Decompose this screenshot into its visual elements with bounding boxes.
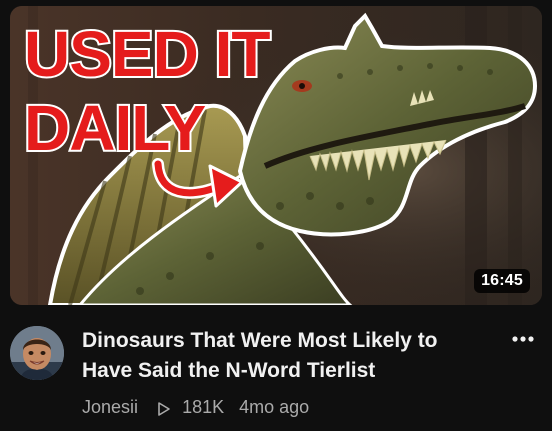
dinosaur-thumbnail-image [10,6,542,305]
video-card: USED IT DAILY 16:45 Dinosaurs That Were … [0,0,552,431]
video-details: Dinosaurs That Were Most Likely to Have … [10,320,542,425]
channel-avatar[interactable] [10,326,64,380]
more-horizontal-icon [512,336,534,342]
video-metadata-row: Jonesii 181K 4mo ago [82,394,309,419]
video-thumbnail[interactable]: USED IT DAILY 16:45 [10,6,542,305]
duration-badge: 16:45 [474,269,530,293]
play-outline-icon [157,399,171,417]
video-title[interactable]: Dinosaurs That Were Most Likely to Have … [82,326,472,386]
view-count: 181K [182,397,225,418]
channel-name[interactable]: Jonesii [82,395,138,419]
upload-age: 4mo ago [239,397,310,418]
more-actions-button[interactable] [510,326,536,352]
